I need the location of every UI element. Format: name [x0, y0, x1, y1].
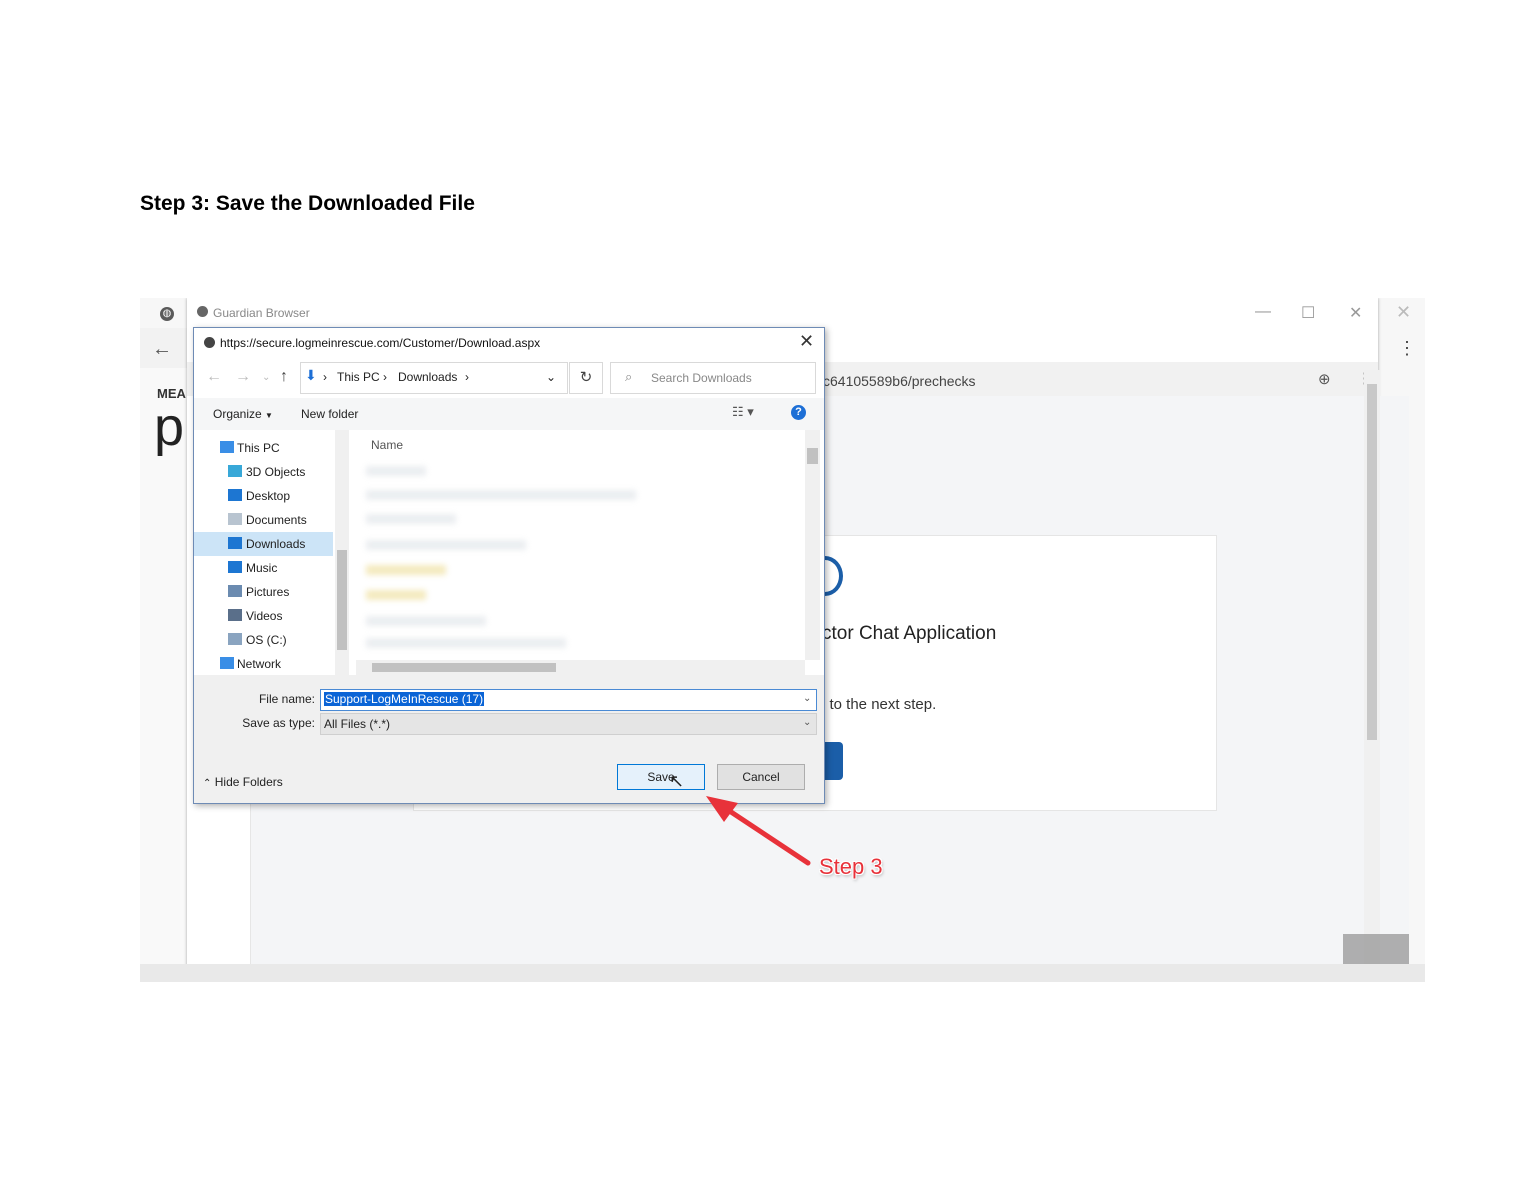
- arrow-shaft: [719, 803, 811, 866]
- screenshot: ◍ ← MEA p ✕ ⋮ Guardian Browser — ☐ ✕ c64…: [140, 298, 1425, 982]
- page-title: Step 3: Save the Downloaded File: [140, 192, 475, 215]
- arrow-head: [706, 796, 738, 822]
- step-label: Step 3: [819, 854, 883, 879]
- annotation-arrow: [706, 796, 811, 866]
